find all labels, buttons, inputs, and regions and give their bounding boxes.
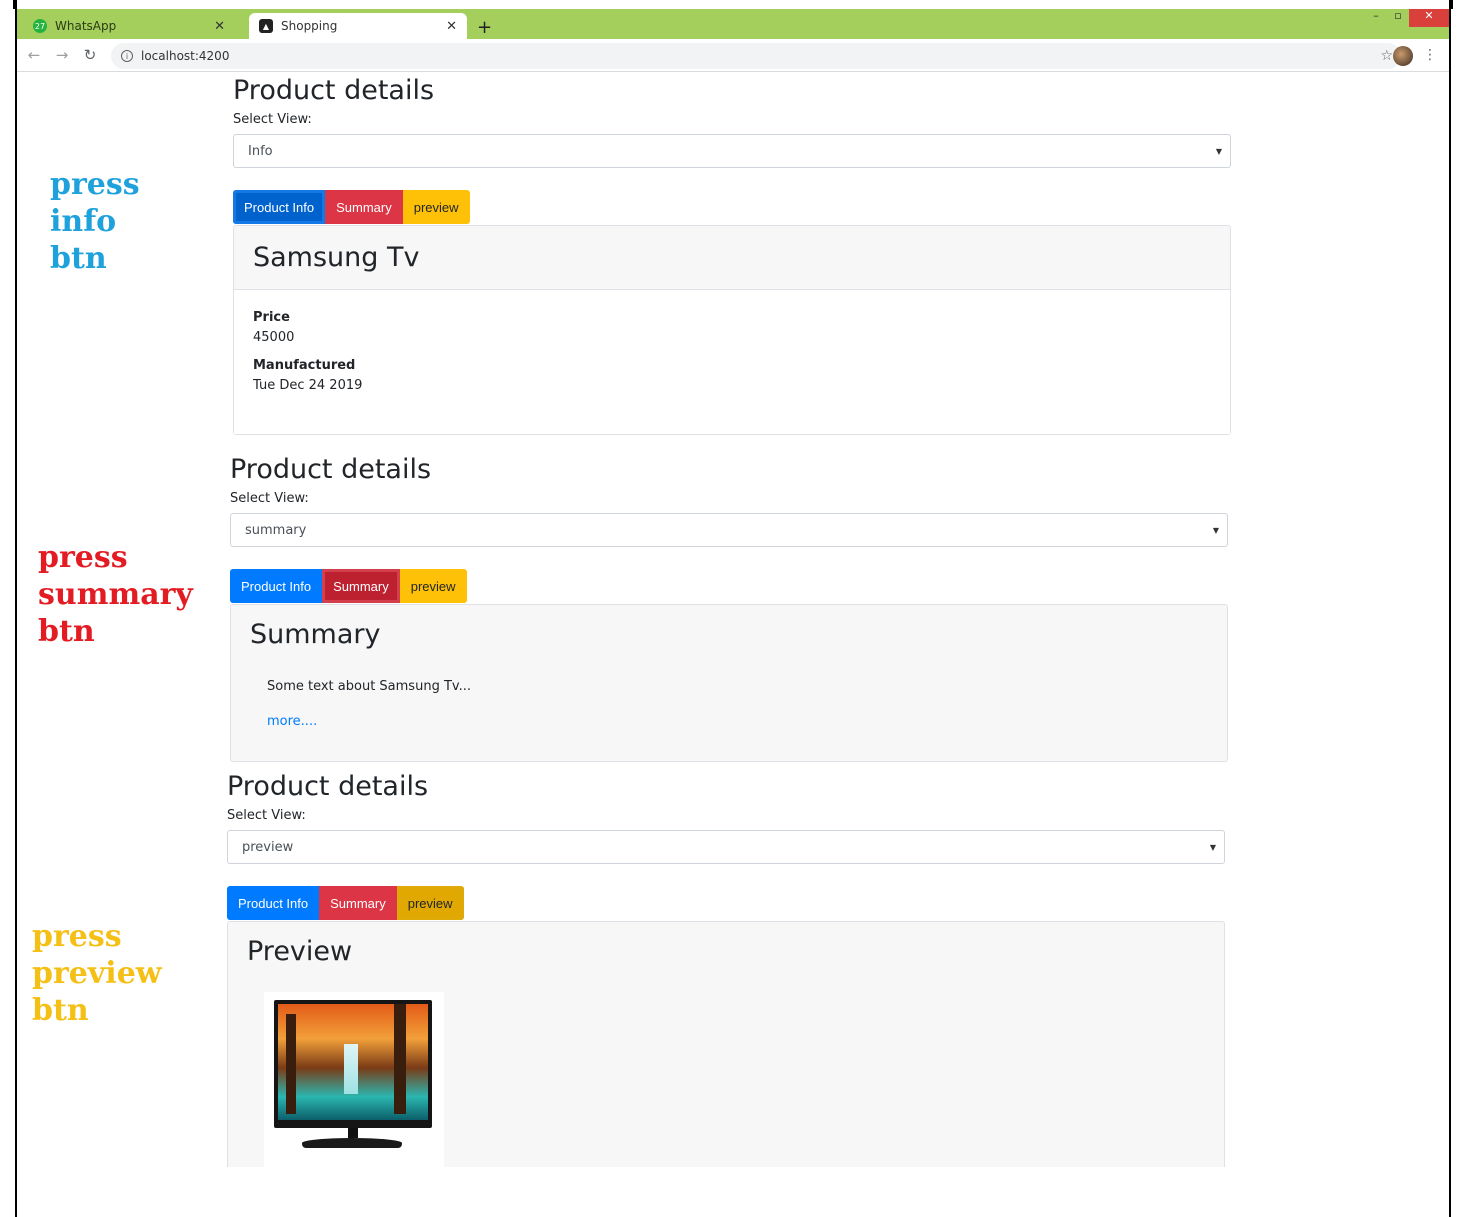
manufactured-value: Tue Dec 24 2019	[253, 378, 363, 393]
angular-icon: ▲	[259, 19, 273, 33]
preview-card: Preview	[227, 921, 1225, 1167]
page-title: Product details	[227, 771, 429, 802]
annotation-info: press info btn	[50, 167, 140, 276]
bookmark-star-icon[interactable]: ☆	[1380, 48, 1393, 64]
tv-stand-neck	[348, 1128, 358, 1138]
summary-button[interactable]: Summary	[322, 569, 400, 603]
tv-screen	[274, 1000, 432, 1128]
product-name: Samsung Tv	[234, 226, 1230, 290]
tab-strip: 27 WhatsApp ✕ ▲ Shopping ✕ + – ▫ ✕	[17, 9, 1449, 39]
new-tab-icon[interactable]: +	[477, 17, 492, 38]
tab-label: WhatsApp	[55, 19, 117, 33]
price-label: Price	[253, 310, 290, 325]
preview-button[interactable]: preview	[396, 886, 464, 920]
manufactured-label: Manufactured	[253, 358, 356, 373]
caret-down-icon: ▼	[1212, 526, 1219, 535]
caret-down-icon: ▼	[1215, 147, 1222, 156]
select-value: preview	[242, 839, 294, 855]
reload-icon[interactable]: ↻	[79, 46, 101, 64]
summary-button[interactable]: Summary	[319, 886, 397, 920]
page-title: Product details	[233, 75, 435, 106]
view-button-group: Product Info Summary preview	[230, 569, 1228, 603]
close-icon[interactable]: ✕	[446, 19, 457, 34]
forward-icon[interactable]: →	[51, 46, 73, 64]
preview-title: Preview	[247, 936, 353, 967]
window-controls: – ▫ ✕	[1365, 9, 1449, 27]
view-select[interactable]: preview ▼	[227, 830, 1225, 864]
maximize-icon[interactable]: ▫	[1387, 9, 1409, 27]
price-value: 45000	[253, 330, 295, 345]
summary-text: Some text about Samsung Tv...	[267, 679, 471, 694]
view-select[interactable]: summary ▼	[230, 513, 1228, 547]
summary-card: Summary Some text about Samsung Tv... mo…	[230, 604, 1228, 762]
summary-title: Summary	[250, 619, 381, 650]
select-view-label: Select View:	[230, 491, 309, 506]
product-info-card: Samsung Tv Price 45000 Manufactured Tue …	[233, 225, 1231, 435]
select-value: Info	[248, 143, 273, 159]
more-link[interactable]: more....	[231, 714, 1227, 729]
tv-product-image	[264, 992, 444, 1167]
select-view-label: Select View:	[233, 112, 312, 127]
url-input[interactable]: i localhost:4200 ☆	[111, 43, 1401, 69]
profile-avatar[interactable]	[1393, 46, 1413, 66]
tab-shopping[interactable]: ▲ Shopping ✕	[249, 13, 467, 39]
product-details-info: Product details Select View: Info ▼ Prod…	[233, 74, 1231, 435]
whatsapp-icon: 27	[33, 19, 47, 33]
tab-whatsapp[interactable]: 27 WhatsApp ✕	[23, 13, 235, 39]
product-info-button[interactable]: Product Info	[227, 886, 320, 920]
page-title: Product details	[230, 454, 432, 485]
view-select[interactable]: Info ▼	[233, 134, 1231, 168]
product-info-button[interactable]: Product Info	[233, 190, 326, 224]
annotation-preview: press preview btn	[32, 919, 162, 1028]
close-icon[interactable]: ✕	[214, 19, 225, 34]
window-close-icon[interactable]: ✕	[1409, 9, 1449, 27]
tab-label: Shopping	[281, 19, 338, 33]
product-details-preview: Product details Select View: preview ▼ P…	[227, 770, 1225, 1167]
site-info-icon[interactable]: i	[121, 50, 133, 62]
tv-screen-image	[278, 1004, 428, 1120]
product-info-button[interactable]: Product Info	[230, 569, 323, 603]
summary-button[interactable]: Summary	[325, 190, 403, 224]
tv-stand-base	[302, 1138, 402, 1148]
product-details-summary: Product details Select View: summary ▼ P…	[230, 453, 1228, 762]
menu-dots-icon[interactable]: ⋮	[1423, 47, 1437, 63]
minimize-icon[interactable]: –	[1365, 9, 1387, 27]
back-icon[interactable]: ←	[23, 46, 45, 64]
view-button-group: Product Info Summary preview	[233, 190, 1231, 224]
preview-button[interactable]: preview	[399, 569, 467, 603]
url-text: localhost:4200	[141, 49, 230, 63]
address-bar: ← → ↻ i localhost:4200 ☆ ⋮	[17, 39, 1449, 72]
caret-down-icon: ▼	[1209, 843, 1216, 852]
product-info-body: Price 45000 Manufactured Tue Dec 24 2019	[234, 290, 1230, 434]
preview-button[interactable]: preview	[402, 190, 470, 224]
select-value: summary	[245, 522, 307, 538]
annotation-summary: press summary btn	[38, 540, 193, 649]
select-view-label: Select View:	[227, 808, 306, 823]
view-button-group: Product Info Summary preview	[227, 886, 1225, 920]
